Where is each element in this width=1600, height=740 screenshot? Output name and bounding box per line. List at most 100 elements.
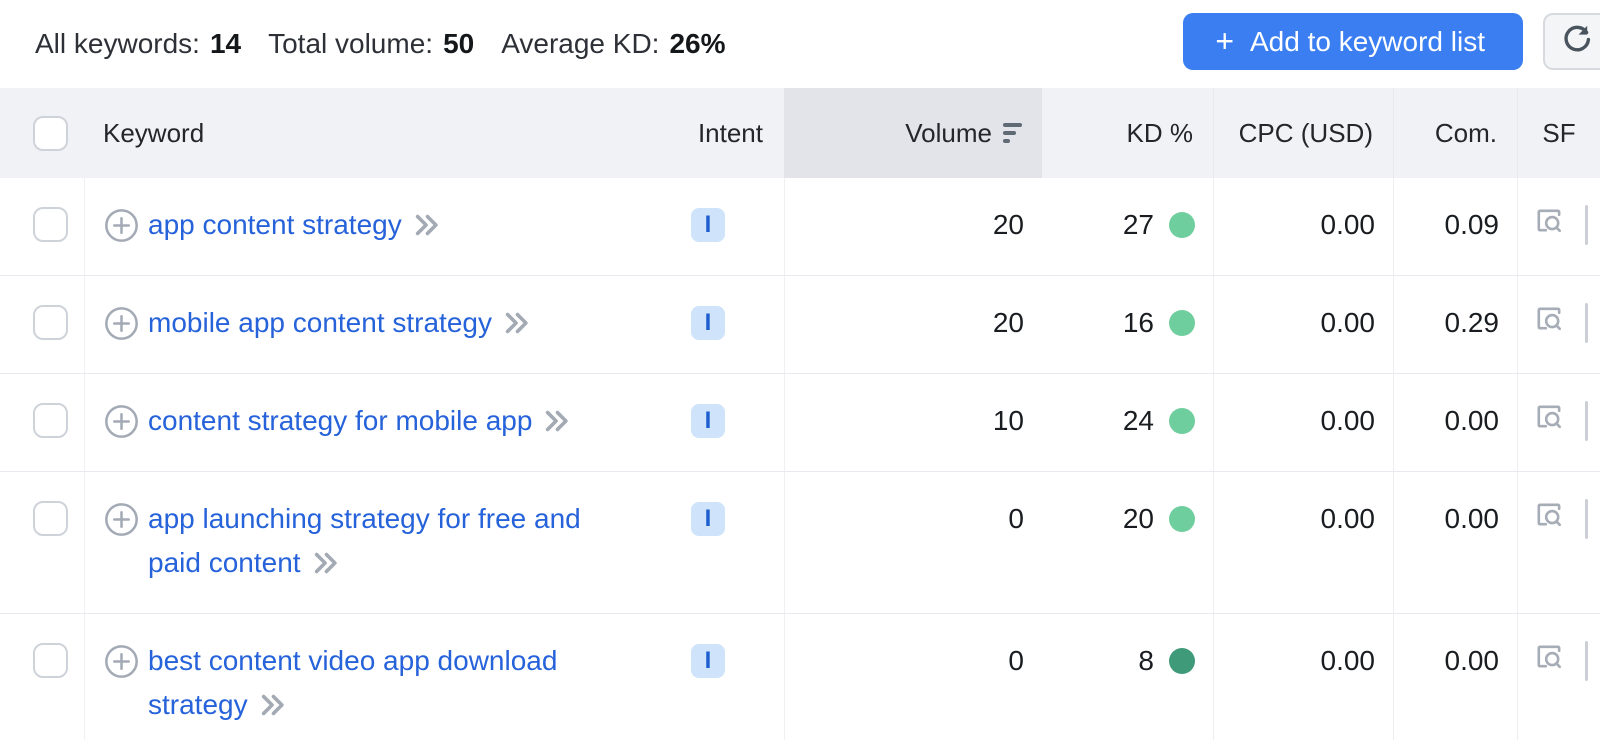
header-sf[interactable]: SF xyxy=(1517,88,1600,178)
table-row: content strategy for mobile app I 10 24 … xyxy=(0,374,1600,472)
row-checkbox-cell xyxy=(0,374,84,471)
volume-cell: 20 xyxy=(784,276,1042,373)
intent-informational-badge[interactable]: I xyxy=(691,502,725,536)
intent-cell: I xyxy=(660,614,784,740)
kd-value: 16 xyxy=(1123,307,1154,339)
kd-value: 24 xyxy=(1123,405,1154,437)
double-chevron-right-icon[interactable] xyxy=(502,306,532,350)
com-value: 0.00 xyxy=(1445,645,1500,677)
cpc-value: 0.00 xyxy=(1321,209,1376,241)
double-chevron-right-icon[interactable] xyxy=(542,404,572,448)
sort-descending-icon xyxy=(1003,123,1022,143)
com-value: 0.09 xyxy=(1445,209,1500,241)
serp-features-icon[interactable] xyxy=(1533,206,1600,244)
com-value: 0.00 xyxy=(1445,503,1500,535)
table-row: mobile app content strategy I 20 16 0.00… xyxy=(0,276,1600,374)
refresh-button[interactable] xyxy=(1543,13,1600,70)
kd-cell: 24 xyxy=(1042,374,1213,471)
com-cell: 0.00 xyxy=(1393,374,1517,471)
intent-cell: I xyxy=(660,178,784,275)
kd-cell: 8 xyxy=(1042,614,1213,740)
intent-cell: I xyxy=(660,472,784,613)
row-checkbox[interactable] xyxy=(33,207,68,242)
keyword-text-block: mobile app content strategy xyxy=(148,301,532,350)
cpc-value: 0.00 xyxy=(1321,405,1376,437)
com-value: 0.00 xyxy=(1445,405,1500,437)
stat-average-kd-label: Average KD: xyxy=(501,28,659,60)
add-to-keyword-list-button[interactable]: + Add to keyword list xyxy=(1183,13,1523,70)
add-keyword-plus-icon[interactable] xyxy=(104,502,139,544)
kd-cell: 27 xyxy=(1042,178,1213,275)
add-keyword-plus-icon[interactable] xyxy=(104,404,139,446)
keyword-cell: mobile app content strategy xyxy=(84,276,660,373)
kd-cell: 20 xyxy=(1042,472,1213,613)
row-checkbox[interactable] xyxy=(33,403,68,438)
stat-average-kd: Average KD: 26% xyxy=(501,28,725,60)
header-com[interactable]: Com. xyxy=(1393,88,1517,178)
plus-icon: + xyxy=(1215,25,1234,57)
cpc-value: 0.00 xyxy=(1321,307,1376,339)
add-keyword-plus-icon[interactable] xyxy=(104,644,139,686)
add-keyword-plus-icon[interactable] xyxy=(104,306,139,348)
intent-informational-badge[interactable]: I xyxy=(691,404,725,438)
serp-features-icon[interactable] xyxy=(1533,500,1600,538)
kd-difficulty-dot xyxy=(1169,506,1195,532)
intent-informational-badge[interactable]: I xyxy=(691,644,725,678)
row-checkbox-cell xyxy=(0,276,84,373)
column-divider-handle[interactable] xyxy=(1585,205,1588,245)
keyword-cell: best content video app download strategy xyxy=(84,614,660,740)
table-header-row: Keyword Intent Volume KD % CPC (USD) Com… xyxy=(0,88,1600,178)
keyword-link[interactable]: best content video app download strategy xyxy=(148,645,557,720)
select-all-checkbox[interactable] xyxy=(33,116,68,151)
double-chevron-right-icon[interactable] xyxy=(412,208,442,252)
volume-value: 0 xyxy=(1008,645,1024,677)
header-intent[interactable]: Intent xyxy=(660,88,784,178)
intent-informational-badge[interactable]: I xyxy=(691,306,725,340)
keyword-text-block: content strategy for mobile app xyxy=(148,399,572,448)
kd-cell: 16 xyxy=(1042,276,1213,373)
stat-total-volume-label: Total volume: xyxy=(268,28,433,60)
row-checkbox[interactable] xyxy=(33,501,68,536)
summary-toolbar: All keywords: 14 Total volume: 50 Averag… xyxy=(0,0,1600,88)
keyword-link[interactable]: mobile app content strategy xyxy=(148,307,492,338)
sf-cell xyxy=(1517,276,1600,373)
kd-value: 20 xyxy=(1123,503,1154,535)
keyword-text-block: app launching strategy for free and paid… xyxy=(148,497,581,590)
com-value: 0.29 xyxy=(1445,307,1500,339)
header-keyword[interactable]: Keyword xyxy=(84,88,660,178)
com-cell: 0.09 xyxy=(1393,178,1517,275)
double-chevron-right-icon[interactable] xyxy=(258,688,288,732)
serp-features-icon[interactable] xyxy=(1533,642,1600,680)
column-divider-handle[interactable] xyxy=(1585,499,1588,539)
column-divider-handle[interactable] xyxy=(1585,303,1588,343)
cpc-cell: 0.00 xyxy=(1213,276,1393,373)
add-to-keyword-list-label: Add to keyword list xyxy=(1250,26,1485,58)
table-row: app content strategy I 20 27 0.00 0.09 xyxy=(0,178,1600,276)
keyword-link[interactable]: app launching strategy for free and paid… xyxy=(148,503,581,578)
table-row: app launching strategy for free and paid… xyxy=(0,472,1600,614)
header-checkbox-cell xyxy=(0,88,84,178)
com-cell: 0.00 xyxy=(1393,614,1517,740)
intent-informational-badge[interactable]: I xyxy=(691,208,725,242)
serp-features-icon[interactable] xyxy=(1533,402,1600,440)
header-cpc[interactable]: CPC (USD) xyxy=(1213,88,1393,178)
column-divider-handle[interactable] xyxy=(1585,641,1588,681)
cpc-value: 0.00 xyxy=(1321,503,1376,535)
kd-difficulty-dot xyxy=(1169,310,1195,336)
keyword-link[interactable]: content strategy for mobile app xyxy=(148,405,532,436)
header-kd[interactable]: KD % xyxy=(1042,88,1213,178)
row-checkbox-cell xyxy=(0,614,84,740)
volume-cell: 0 xyxy=(784,614,1042,740)
serp-features-icon[interactable] xyxy=(1533,304,1600,342)
keyword-cell: content strategy for mobile app xyxy=(84,374,660,471)
row-checkbox[interactable] xyxy=(33,305,68,340)
double-chevron-right-icon[interactable] xyxy=(311,546,341,590)
row-checkbox[interactable] xyxy=(33,643,68,678)
intent-cell: I xyxy=(660,276,784,373)
kd-value: 27 xyxy=(1123,209,1154,241)
column-divider-handle[interactable] xyxy=(1585,401,1588,441)
header-volume-sorted[interactable]: Volume xyxy=(784,88,1042,178)
keyword-link[interactable]: app content strategy xyxy=(148,209,402,240)
stat-all-keywords-label: All keywords: xyxy=(35,28,200,60)
add-keyword-plus-icon[interactable] xyxy=(104,208,139,250)
